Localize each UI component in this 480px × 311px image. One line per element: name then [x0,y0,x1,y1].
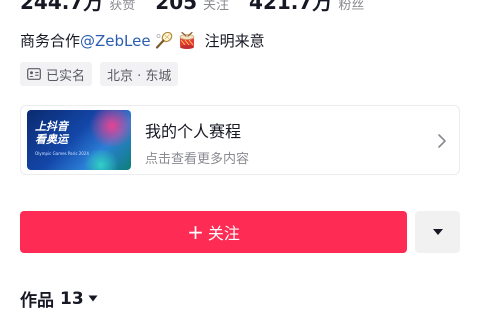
follow-button[interactable]: + 关注 [20,211,407,253]
banner-title-line2: 看奥运 [35,133,68,146]
card-subtitle: 点击查看更多内容 [145,152,250,167]
following-count[interactable]: 205 [155,0,197,14]
mention-link[interactable]: @ZebLee [80,32,151,50]
drum-icon [177,31,197,51]
profile-stats: 244.7万 获赞 205 关注 421.7万 粉丝 [20,0,378,14]
banner-subtitle: Olympic Games Paris 2024 [35,151,89,156]
event-schedule-card[interactable]: 上抖音 看奥运 Olympic Games Paris 2024 我的个人赛程 … [20,105,460,175]
location-label: 北京 · 东城 [107,68,172,84]
caret-down-icon [432,229,443,235]
banner-title: 上抖音 看奥运 [35,120,68,146]
id-card-icon [27,68,41,80]
likes-label[interactable]: 获赞 [109,0,135,13]
olympics-banner: 上抖音 看奥运 Olympic Games Paris 2024 [27,110,131,170]
follow-label: 关注 [207,224,240,243]
verified-label: 已实名 [46,68,86,84]
likes-count[interactable]: 244.7万 [20,0,103,15]
works-tab[interactable]: 作品 13 [20,286,98,311]
profile-tags: 已实名 北京 · 东城 [20,62,179,86]
following-label[interactable]: 关注 [203,0,229,13]
chevron-right-icon [438,134,446,148]
card-title: 我的个人赛程 [145,122,242,141]
followers-label[interactable]: 粉丝 [338,0,364,13]
location-tag[interactable]: 北京 · 东城 [100,62,179,86]
plus-icon: + [187,220,204,244]
bio-suffix: 注明来意 [204,32,265,50]
verified-tag[interactable]: 已实名 [20,62,93,86]
bio-prefix: 商务合作 [20,32,81,50]
works-count: 13 [60,288,84,309]
works-label: 作品 [20,291,54,311]
caret-down-icon [88,295,98,302]
banner-title-line1: 上抖音 [35,120,68,133]
more-options-button[interactable] [415,211,460,253]
badminton-racket-icon [154,31,174,51]
bio-business-contact: 商务合作 @ZebLee 注明来意 [20,30,265,51]
followers-count[interactable]: 421.7万 [249,0,332,15]
